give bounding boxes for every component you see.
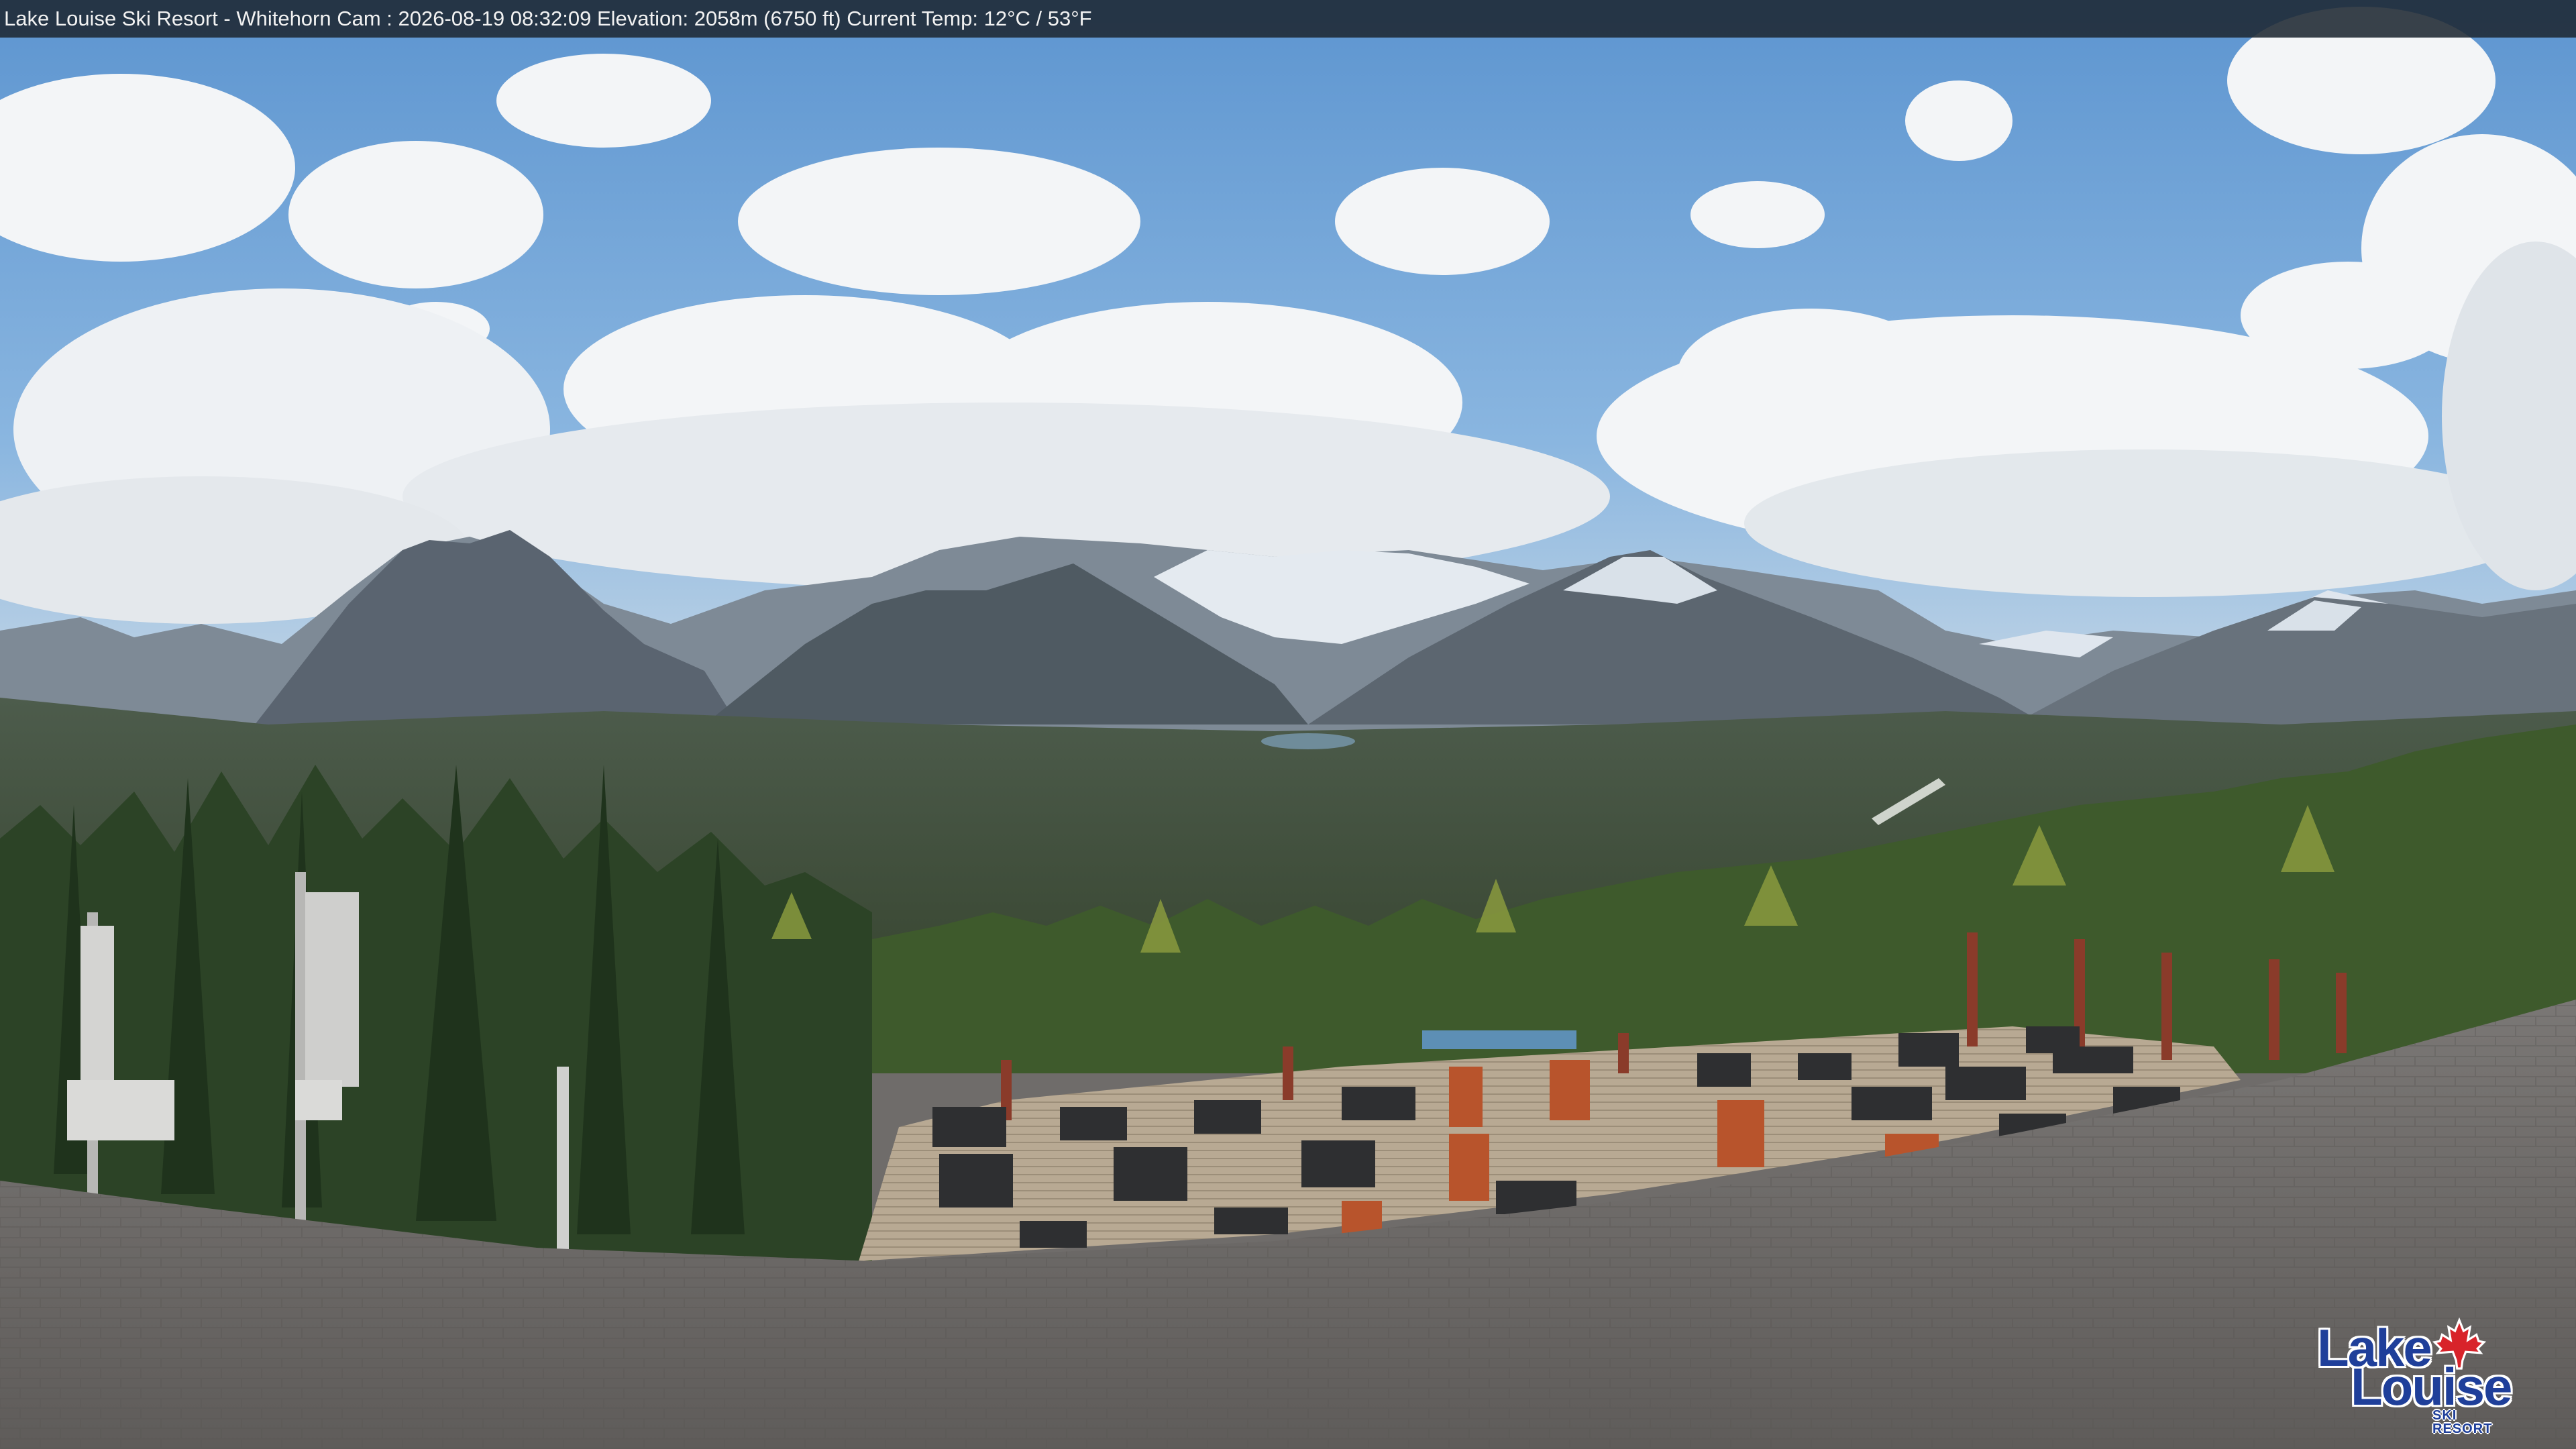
panorama-sign <box>1422 1030 1576 1049</box>
lake <box>1261 733 1355 749</box>
webcam-scene <box>0 0 2576 1449</box>
camera-caption: Lake Louise Ski Resort - Whitehorn Cam :… <box>4 7 1092 30</box>
logo-text-ski-resort: SKI RESORT <box>2432 1408 2493 1436</box>
logo-text-louise: Louise <box>2351 1357 2512 1416</box>
caption-bar: Lake Louise Ski Resort - Whitehorn Cam :… <box>0 0 2576 38</box>
lake-louise-logo: Lake Louise SKI RESORT <box>2313 1318 2514 1436</box>
